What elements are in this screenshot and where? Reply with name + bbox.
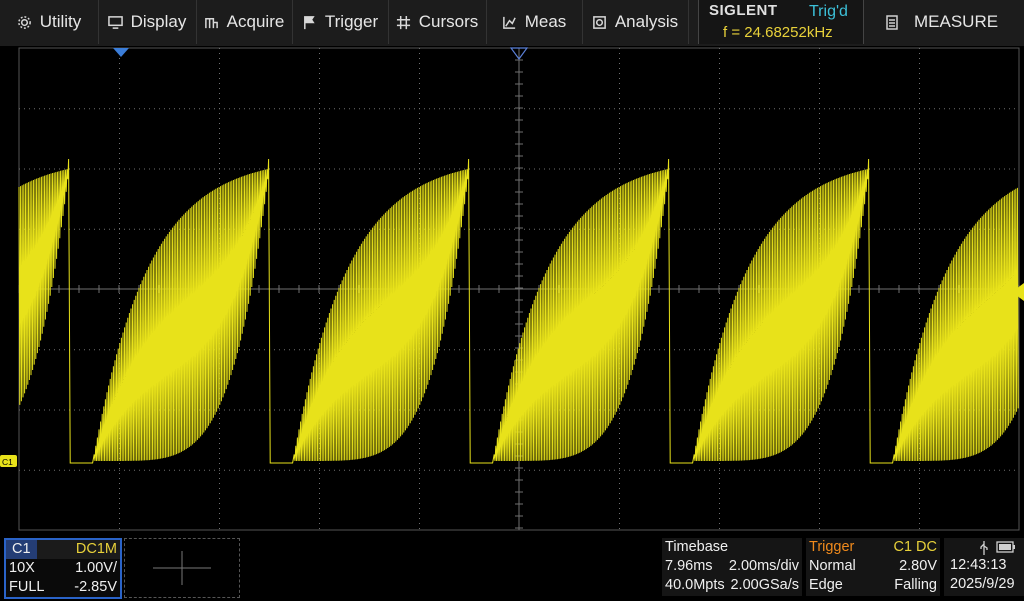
- trigger-position-marker[interactable]: [113, 48, 129, 57]
- memory-depth: 40.0Mpts: [665, 577, 725, 593]
- status-box: SIGLENT Trig'd f = 24.68252kHz: [698, 0, 864, 44]
- clipboard-icon: [886, 15, 898, 30]
- timebase-title: Timebase: [665, 539, 729, 555]
- channel1-marker-label: C1: [2, 457, 13, 467]
- clock-panel: 12:43:13 2025/9/29: [944, 538, 1024, 596]
- menu-utility-label: Utility: [39, 12, 82, 31]
- chart-icon: [502, 16, 516, 29]
- trigger-source: C1 DC: [893, 539, 937, 555]
- waveform-display[interactable]: C1: [0, 46, 1024, 536]
- menu-trigger[interactable]: Trigger: [292, 0, 389, 44]
- menu-analysis[interactable]: Analysis: [582, 0, 689, 44]
- trigger-title: Trigger: [809, 539, 855, 555]
- clock-date: 2025/9/29: [950, 576, 1015, 592]
- channel1-probe: 10X: [9, 560, 35, 576]
- channel1-name: C1: [6, 540, 37, 559]
- menu-utility[interactable]: Utility: [0, 0, 99, 44]
- plus-icon: [153, 551, 211, 585]
- menu-acquire[interactable]: Acquire: [196, 0, 293, 44]
- acquire-icon: [204, 17, 218, 28]
- channel1-info[interactable]: C1 DC1M 10X 1.00V/ FULL -2.85V: [4, 538, 122, 599]
- brand-logo: SIGLENT: [709, 2, 778, 19]
- trigger-status: Trig'd: [809, 3, 848, 20]
- menu-display-label: Display: [130, 12, 187, 31]
- measure-button[interactable]: MEASURE: [870, 0, 1024, 44]
- channel1-bandwidth: FULL: [9, 579, 45, 595]
- menu-trigger-label: Trigger: [324, 12, 379, 31]
- sample-rate: 2.00GSa/s: [730, 577, 799, 593]
- channel1-coupling: DC1M: [75, 541, 117, 557]
- waveform-canvas: C1: [0, 47, 1024, 531]
- trigger-type: Edge: [809, 577, 843, 593]
- timebase-info[interactable]: Timebase 7.96ms 2.00ms/div 40.0Mpts 2.00…: [662, 538, 802, 596]
- crosshair-icon: [396, 15, 410, 29]
- menu-cursors-label: Cursors: [418, 12, 479, 31]
- channel1-offset: -2.85V: [74, 579, 117, 595]
- menu-meas[interactable]: Meas: [486, 0, 583, 44]
- frequency-readout: f = 24.68252kHz: [723, 24, 833, 41]
- trigger-mode: Normal: [809, 558, 856, 574]
- gear-icon: [17, 15, 31, 29]
- menu-meas-label: Meas: [524, 12, 567, 31]
- menu-display[interactable]: Display: [98, 0, 197, 44]
- menu-cursors[interactable]: Cursors: [388, 0, 487, 44]
- flag-icon: [303, 15, 315, 29]
- monitor-icon: [107, 15, 123, 29]
- battery-icon: [996, 541, 1015, 553]
- add-channel-slot[interactable]: [124, 538, 240, 598]
- trigger-info[interactable]: Trigger C1 DC Normal 2.80V Edge Falling: [806, 538, 940, 596]
- timebase-delay: 7.96ms: [665, 558, 713, 574]
- measure-label: MEASURE: [914, 12, 999, 31]
- status-panel: C1 DC1M 10X 1.00V/ FULL -2.85V Timebase …: [0, 536, 1024, 600]
- analysis-icon: [592, 15, 606, 29]
- usb-icon: [980, 541, 988, 555]
- clock-time: 12:43:13: [950, 557, 1007, 573]
- trigger-level: 2.80V: [899, 558, 937, 574]
- trigger-slope: Falling: [894, 577, 937, 593]
- menu-bar: Utility Display Acquire Trigger Cursors …: [0, 0, 1024, 46]
- timebase-scale: 2.00ms/div: [728, 558, 799, 574]
- channel1-scale: 1.00V/: [75, 560, 117, 576]
- menu-acquire-label: Acquire: [226, 12, 285, 31]
- menu-analysis-label: Analysis: [614, 12, 679, 31]
